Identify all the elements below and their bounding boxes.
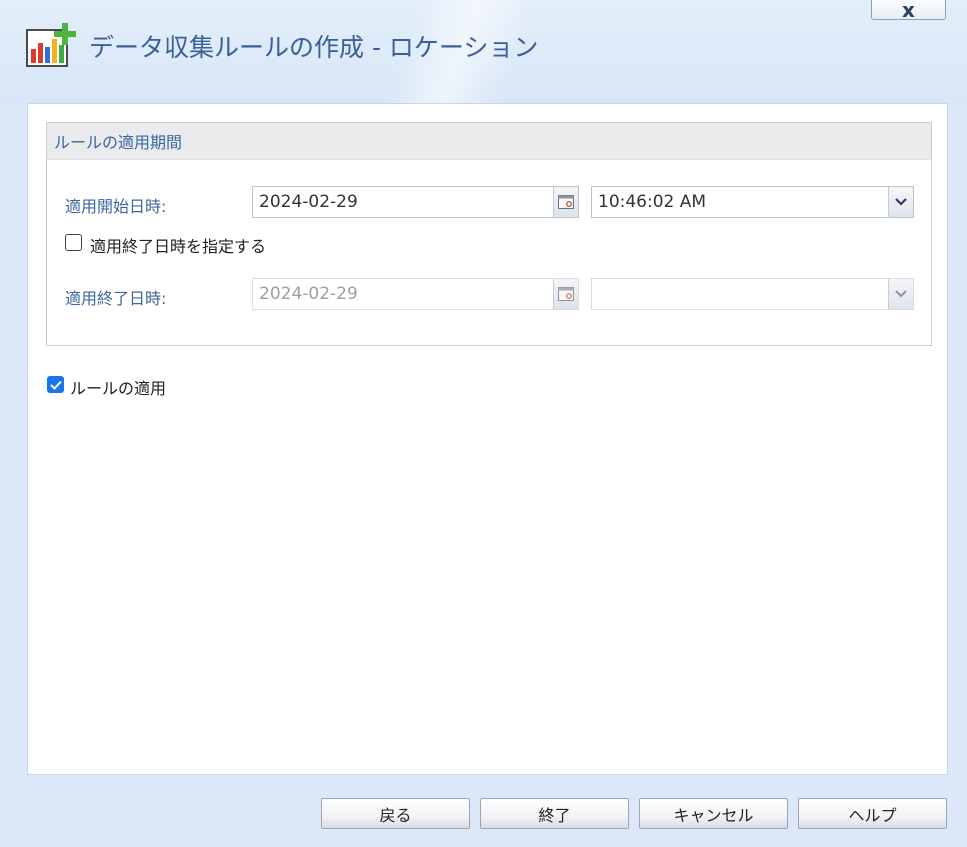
- end-datetime-checkbox[interactable]: [65, 234, 82, 251]
- chevron-down-icon: [895, 290, 907, 298]
- start-date-calendar-button[interactable]: [553, 187, 578, 217]
- start-date-field[interactable]: 2024-02-29: [252, 186, 579, 218]
- calendar-icon: [558, 195, 574, 209]
- start-date-value: 2024-02-29: [259, 192, 358, 212]
- start-time-dropdown-button[interactable]: [888, 187, 913, 217]
- rule-period-group: ルールの適用期間 適用開始日時: 2024-02-29 10:46:02 AM …: [46, 122, 932, 346]
- start-time-combo[interactable]: 10:46:02 AM: [591, 186, 914, 218]
- cancel-button[interactable]: キャンセル: [639, 798, 788, 829]
- end-date-field: 2024-02-29: [252, 278, 579, 310]
- end-time-dropdown-button: [888, 279, 913, 309]
- content-panel: ルールの適用期間 適用開始日時: 2024-02-29 10:46:02 AM …: [27, 103, 948, 775]
- end-date-value: 2024-02-29: [259, 284, 358, 304]
- apply-rule-checkbox[interactable]: [47, 376, 64, 393]
- start-datetime-label: 適用開始日時:: [65, 197, 167, 216]
- checkmark-icon: [49, 380, 62, 390]
- calendar-icon: [558, 287, 574, 301]
- start-time-value: 10:46:02 AM: [598, 192, 707, 212]
- close-button[interactable]: x: [871, 0, 946, 20]
- end-datetime-checkbox-label[interactable]: 適用終了日時を指定する: [90, 233, 266, 257]
- end-date-calendar-button: [553, 279, 578, 309]
- group-title: ルールの適用期間: [47, 123, 931, 160]
- end-time-combo: [591, 278, 914, 310]
- close-icon: x: [902, 0, 915, 22]
- finish-button[interactable]: 終了: [480, 798, 629, 829]
- back-button[interactable]: 戻る: [321, 798, 470, 829]
- help-button[interactable]: ヘルプ: [798, 798, 947, 829]
- chevron-down-icon: [895, 198, 907, 206]
- end-datetime-label: 適用終了日時:: [65, 289, 167, 308]
- chart-add-icon: [26, 21, 76, 69]
- apply-rule-label[interactable]: ルールの適用: [70, 375, 166, 399]
- window-title: データ収集ルールの作成 - ロケーション: [89, 33, 539, 62]
